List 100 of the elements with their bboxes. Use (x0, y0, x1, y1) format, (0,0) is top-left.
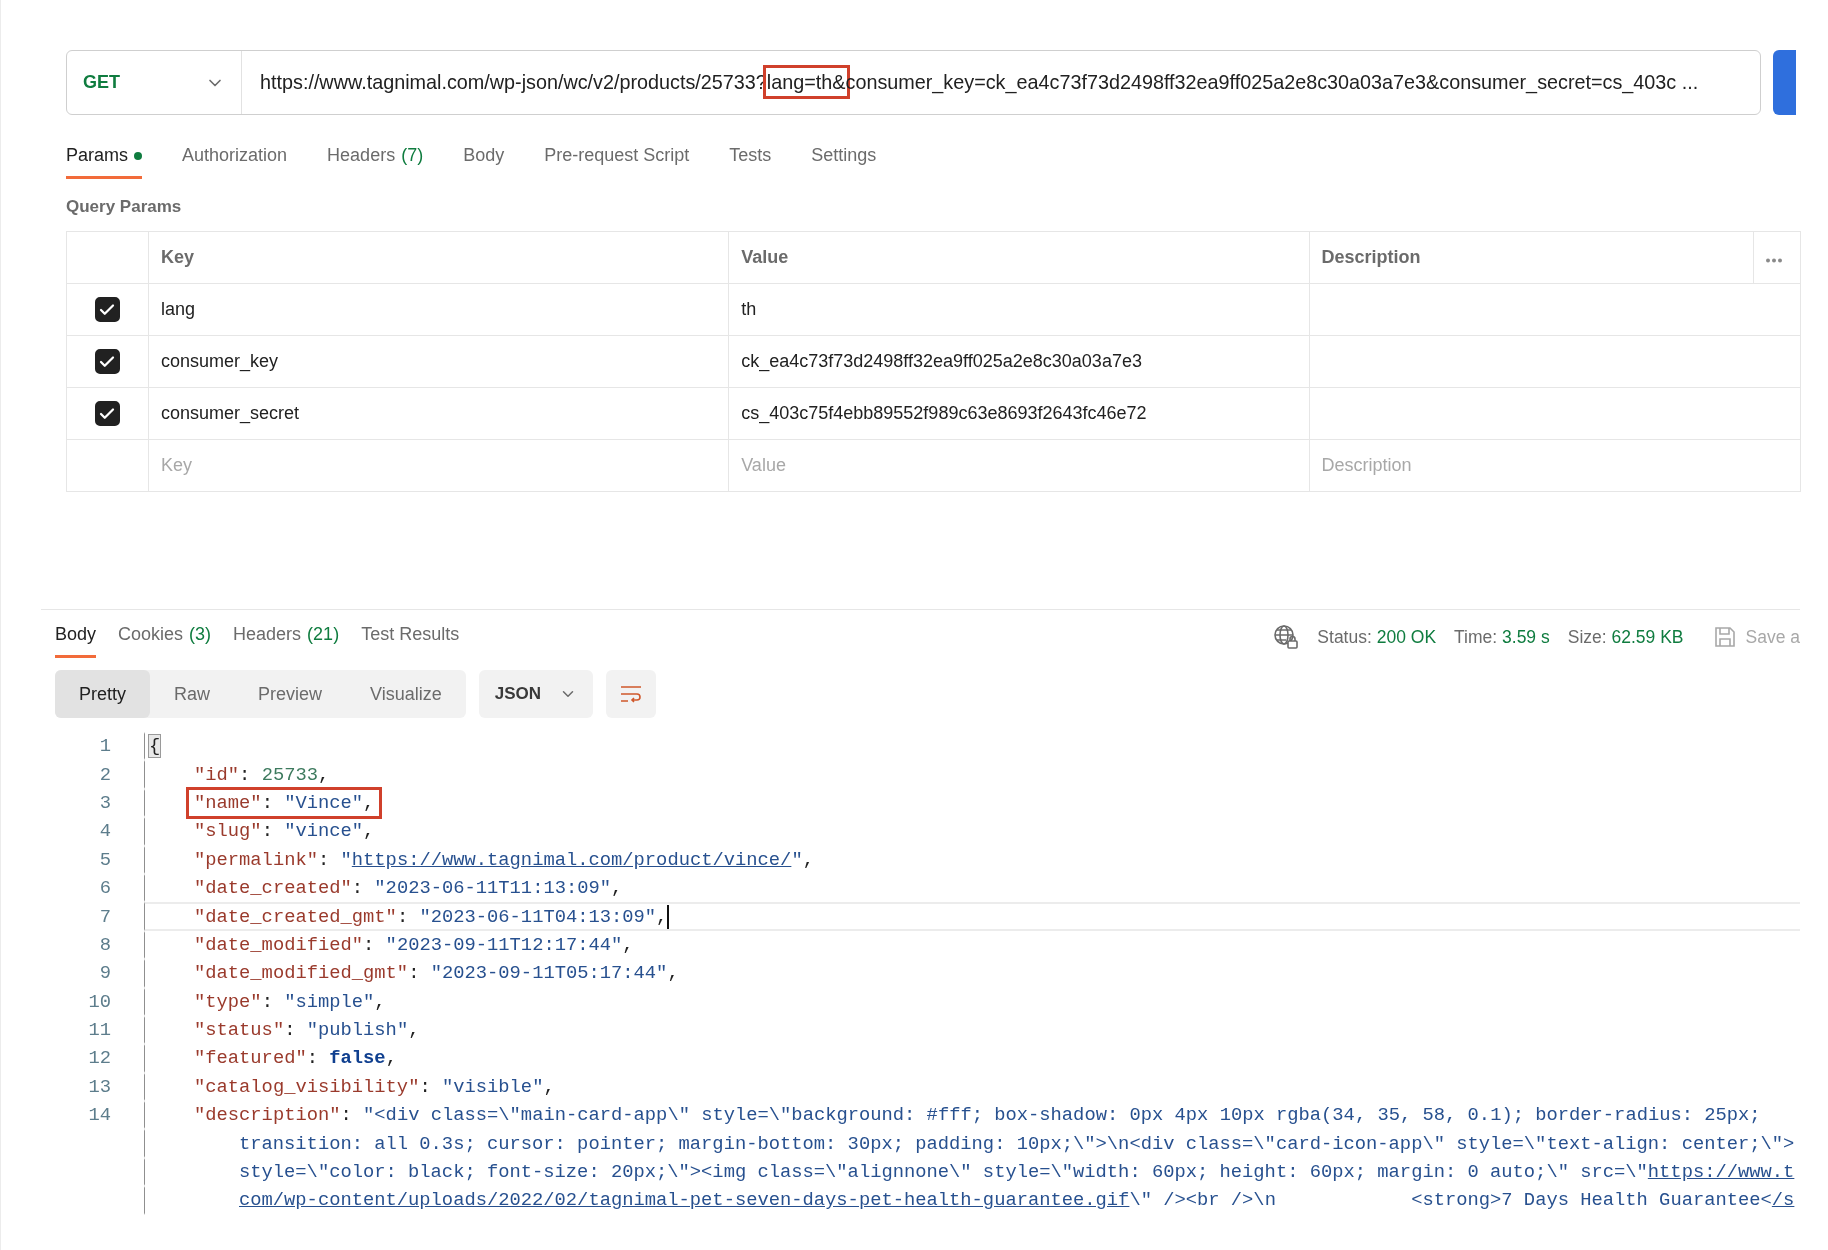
table-cell: consumer_key (148, 335, 729, 388)
json-punctuation: , (622, 933, 634, 956)
format-dropdown[interactable]: JSON (478, 670, 594, 718)
json-string: "<div class=\"main-card-app\" style=\"background: #fff; box-shadow: 0px 4px 10px rgba(34, 35, 58, 0.1); border-radius: 25px; (363, 1104, 1761, 1127)
json-link[interactable]: /s (1771, 1189, 1795, 1212)
column-header: Description (1309, 231, 1754, 284)
key-input[interactable]: Key (148, 440, 729, 491)
checkbox[interactable] (94, 349, 120, 374)
json-punctuation: , (543, 1075, 555, 1098)
table-cell: cs_403c75f4ebb89552f989c63e8693f2643fc46e72 (728, 387, 1309, 440)
json-punctuation: : (284, 1019, 297, 1042)
view-mode-tab[interactable]: Visualize (346, 670, 466, 718)
json-number: 25733 (261, 763, 318, 786)
json-link[interactable]: com/wp-content/uploads/2022/02/tagnimal-pet-seven-days-pet-health-guarantee.gif (239, 1189, 1130, 1212)
request-tab[interactable]: Settings (811, 137, 877, 179)
request-tab[interactable]: Params (66, 137, 142, 179)
json-key: "description" (194, 1104, 341, 1127)
json-punctuation: , (408, 1019, 420, 1042)
json-link[interactable]: https://www.t (1647, 1161, 1795, 1184)
line-number: 12 (87, 1047, 111, 1070)
json-string: "publish" (306, 1019, 409, 1042)
text-cursor (667, 904, 670, 929)
json-string: "Vince" (284, 791, 364, 814)
line-number: 2 (98, 763, 111, 786)
response-tab[interactable]: Body (55, 616, 97, 658)
json-punctuation: : (306, 1047, 319, 1070)
json-string: "2023-06-11T04:13:09" (419, 905, 657, 928)
table-cell: ck_ea4c73f73d2498ff32ea9ff025a2e8c30a03a7e3 (728, 335, 1309, 388)
json-boolean: false (329, 1047, 386, 1070)
json-punctuation: , (611, 877, 623, 900)
json-string: transition: all 0.3s; cursor: pointer; margin-bottom: 30px; padding: 10px;\">\n<div class=\"card-icon-app\" style=\"text-align: center;\"> (239, 1132, 1795, 1155)
json-string: " (791, 848, 803, 871)
wrap-lines-button[interactable] (606, 670, 657, 718)
json-string: "2023-06-11T11:13:09" (374, 877, 612, 900)
line-number: 6 (98, 877, 111, 900)
json-punctuation: : (261, 820, 274, 843)
stat-value: 200 OK (1376, 626, 1437, 647)
json-key: "status" (194, 1019, 285, 1042)
json-punctuation: : (351, 877, 365, 900)
json-string: "vince" (284, 820, 364, 843)
json-string: "visible" (441, 1075, 544, 1098)
request-tab[interactable]: Authorization (182, 137, 288, 179)
json-string: \" /><br />\n <strong>7 Days Health Guarantee< (1129, 1189, 1772, 1212)
json-key: "date_modified" (194, 933, 364, 956)
section-title: Query Params (66, 197, 183, 217)
stat-label: Time: (1454, 626, 1498, 647)
view-mode-tab[interactable]: Raw (150, 670, 235, 718)
response-tab[interactable]: Test Results (361, 616, 460, 658)
column-header: Value (728, 231, 1309, 284)
json-punctuation: : (340, 1104, 353, 1127)
json-punctuation: : (419, 1075, 432, 1098)
json-key: "date_modified_gmt" (194, 962, 409, 985)
json-punctuation: , (656, 905, 668, 928)
line-number: 10 (87, 990, 111, 1013)
json-string: " (340, 848, 352, 871)
line-number: 11 (87, 1019, 111, 1042)
json-key: "name" (194, 791, 262, 814)
view-mode-tab[interactable]: Pretty (55, 670, 150, 718)
stat-label: Size: (1567, 626, 1607, 647)
response-tab[interactable]: Headers (21) (233, 616, 340, 658)
floppy-icon (1713, 626, 1736, 648)
response-tab[interactable]: Cookies (3) (118, 616, 212, 658)
json-string: "2023-09-11T05:17:44" (430, 962, 668, 985)
json-key: "date_created_gmt" (194, 905, 397, 928)
value-input[interactable]: Value (729, 440, 1309, 491)
checkbox[interactable] (94, 401, 120, 426)
json-bracket: { (149, 735, 161, 758)
json-punctuation: : (396, 905, 410, 928)
more-icon[interactable] (1765, 258, 1782, 263)
json-string: "simple" (284, 990, 375, 1013)
request-tab[interactable]: Tests (729, 137, 772, 179)
json-link[interactable]: https://www.tagnimal.com/product/vince/ (351, 848, 792, 871)
json-key: "catalog_visibility" (194, 1075, 420, 1098)
checkbox[interactable] (94, 297, 120, 322)
description-input[interactable]: Description (1309, 440, 1800, 491)
line-number: 3 (98, 791, 111, 814)
json-punctuation: , (802, 848, 814, 871)
json-key: "date_created" (194, 877, 352, 900)
json-punctuation: : (261, 990, 274, 1013)
request-tab[interactable]: Headers (7) (327, 137, 424, 179)
json-punctuation: : (239, 763, 252, 786)
request-tab[interactable]: Pre-request Script (544, 137, 690, 179)
method-dropdown[interactable]: GET (67, 51, 242, 114)
json-key: "id" (194, 763, 240, 786)
table-cell: th (728, 283, 1309, 336)
table-cell: lang (148, 283, 729, 336)
json-key: "slug" (194, 820, 262, 843)
json-key: "featured" (194, 1047, 307, 1070)
globe-lock-icon[interactable] (1273, 624, 1300, 650)
json-punctuation: , (363, 820, 375, 843)
json-punctuation: , (667, 962, 679, 985)
line-number: 13 (87, 1075, 111, 1098)
json-punctuation: : (408, 962, 421, 985)
request-tab[interactable]: Body (463, 137, 505, 179)
stat-value: 3.59 s (1502, 626, 1550, 647)
json-string: style=\"color: black; font-size: 20px;\"><img class=\"alignnone\" style=\"width: 60px; height: 60px; margin: 0 auto;\" src=\" (239, 1161, 1648, 1184)
view-mode-tab[interactable]: Preview (234, 670, 347, 718)
json-punctuation: , (385, 1047, 397, 1070)
line-number: 9 (98, 962, 111, 985)
line-number: 14 (87, 1104, 111, 1127)
